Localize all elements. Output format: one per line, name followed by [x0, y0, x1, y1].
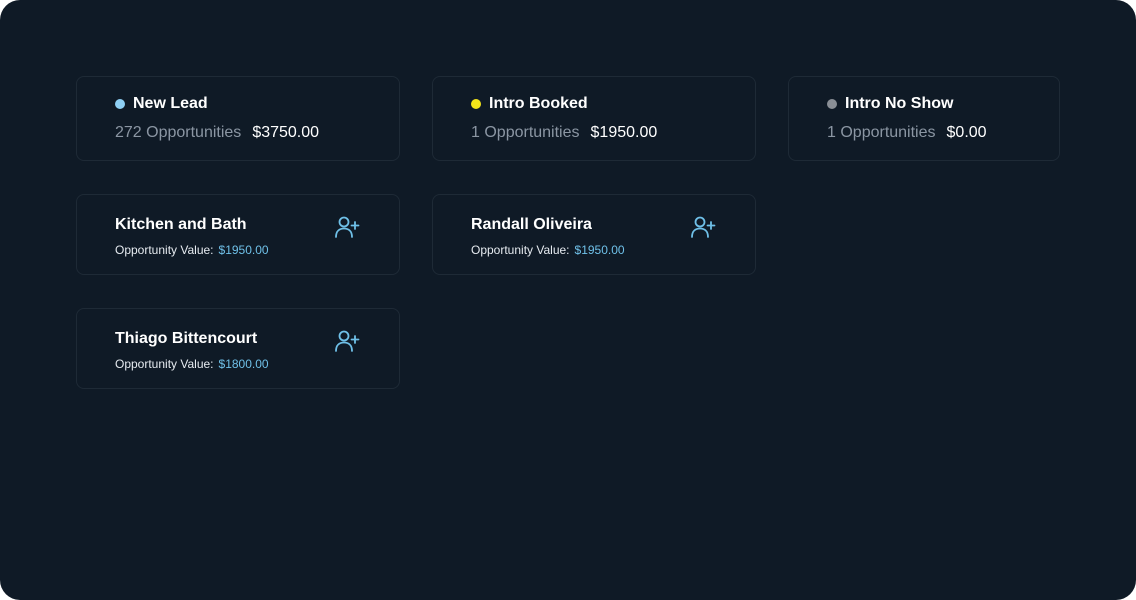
stage-name: New Lead [133, 95, 208, 112]
stage-header-new-lead[interactable]: New Lead 272 Opportunities $3750.00 [76, 76, 400, 161]
user-plus-icon[interactable] [334, 214, 360, 240]
opportunity-name: Randall Oliveira [471, 216, 592, 233]
stage-title: Intro Booked [471, 95, 588, 113]
stage-title: Intro No Show [827, 95, 953, 113]
stage-opportunity-count: 1 Opportunities [471, 124, 580, 141]
opportunity-value: $1950.00 [218, 243, 269, 257]
opportunity-card[interactable]: Kitchen and Bath Opportunity Value: $1950… [76, 194, 400, 275]
stage-header-intro-no-show[interactable]: Intro No Show 1 Opportunities $0.00 [788, 76, 1060, 161]
opportunity-value: $1950.00 [574, 243, 625, 257]
stage-total-amount: $3750.00 [252, 124, 320, 141]
stage-status-dot [827, 99, 837, 109]
stage-status-dot [115, 99, 125, 109]
stage-summary: 1 Opportunities $1950.00 [471, 124, 657, 142]
pipeline-board: New Lead 272 Opportunities $3750.00 Intro… [0, 0, 1136, 600]
stage-opportunity-count: 272 Opportunities [115, 124, 242, 141]
opportunity-value-row: Opportunity Value: $1950.00 [115, 243, 269, 257]
stage-header-intro-booked[interactable]: Intro Booked 1 Opportunities $1950.00 [432, 76, 756, 161]
user-plus-icon[interactable] [690, 214, 716, 240]
stage-name: Intro Booked [489, 95, 588, 112]
opportunity-value-row: Opportunity Value: $1950.00 [471, 243, 625, 257]
opportunity-name: Kitchen and Bath [115, 216, 247, 233]
stage-summary: 272 Opportunities $3750.00 [115, 124, 319, 142]
stage-opportunity-count: 1 Opportunities [827, 124, 936, 141]
opportunity-name: Thiago Bittencourt [115, 330, 258, 347]
user-plus-icon[interactable] [334, 328, 360, 354]
opportunity-value-row: Opportunity Value: $1800.00 [115, 357, 269, 371]
opportunity-card[interactable]: Randall Oliveira Opportunity Value: $1950… [432, 194, 756, 275]
opportunity-value-label: Opportunity Value: [471, 243, 570, 257]
stage-total-amount: $0.00 [946, 124, 987, 141]
stage-name: Intro No Show [845, 95, 954, 112]
opportunity-card[interactable]: Thiago Bittencourt Opportunity Value: $18… [76, 308, 400, 389]
opportunity-value-label: Opportunity Value: [115, 357, 214, 371]
stage-total-amount: $1950.00 [590, 124, 658, 141]
opportunity-value: $1800.00 [218, 357, 269, 371]
opportunity-value-label: Opportunity Value: [115, 243, 214, 257]
stage-title: New Lead [115, 95, 208, 113]
stage-summary: 1 Opportunities $0.00 [827, 124, 987, 142]
stage-status-dot [471, 99, 481, 109]
